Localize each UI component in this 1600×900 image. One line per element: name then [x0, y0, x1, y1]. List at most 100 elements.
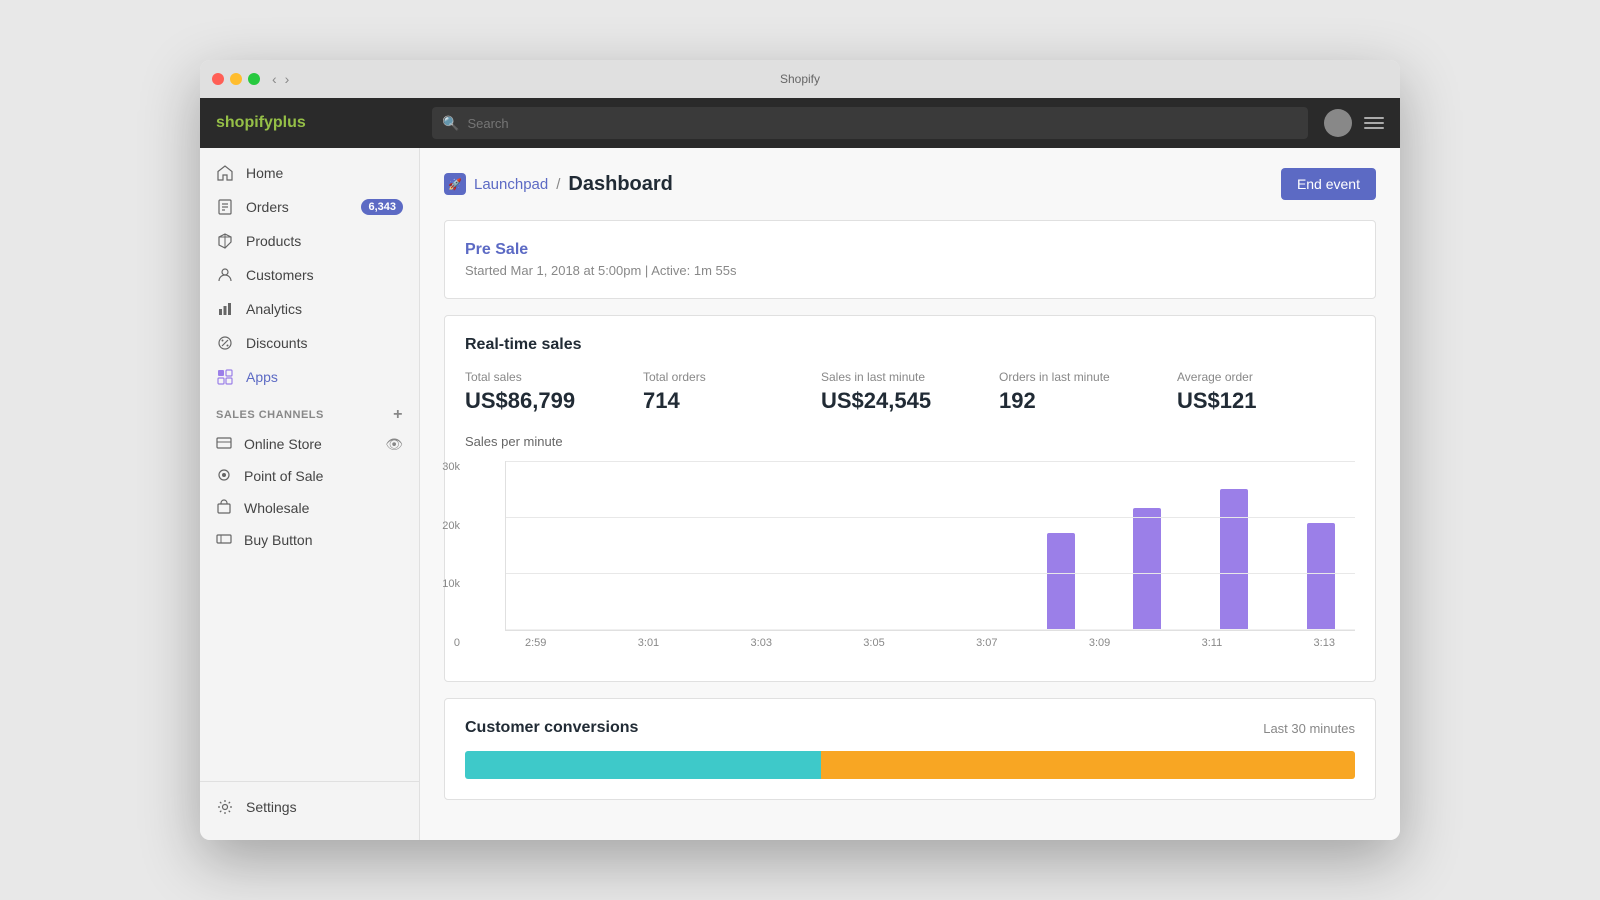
chart-container: 30k 20k 10k 0 [465, 461, 1355, 661]
logo-shopify: shopify [216, 114, 273, 131]
orders-badge: 6,343 [361, 199, 403, 215]
search-input[interactable] [467, 116, 1298, 131]
stat-total-orders: Total orders 714 [643, 370, 821, 414]
customers-icon [216, 266, 234, 284]
home-icon [216, 164, 234, 182]
bar-group-310 [1047, 533, 1075, 630]
point-of-sale-label: Point of Sale [244, 468, 323, 484]
eye-icon[interactable]: 👁 [385, 436, 403, 453]
stat-label-sales-last-minute: Sales in last minute [821, 370, 999, 384]
conv-bar-orange [821, 751, 1355, 779]
realtime-sales-card: Real-time sales Total sales US$86,799 To… [444, 315, 1376, 682]
stat-label-total-sales: Total sales [465, 370, 643, 384]
sidebar-analytics-label: Analytics [246, 301, 403, 317]
logo-area: shopifyplus [216, 114, 416, 132]
stat-total-sales: Total sales US$86,799 [465, 370, 643, 414]
products-icon [216, 232, 234, 250]
app-header: shopifyplus 🔍 [200, 98, 1400, 148]
window-controls [212, 73, 260, 85]
app-body: Home Orders 6,343 [200, 148, 1400, 840]
search-icon: 🔍 [442, 115, 459, 132]
point-of-sale-icon [216, 467, 234, 485]
conv-bar-teal [465, 751, 821, 779]
launchpad-icon: 🚀 [444, 173, 466, 195]
online-store-icon [216, 435, 234, 453]
settings-label: Settings [246, 799, 403, 815]
sidebar-item-home[interactable]: Home [200, 156, 419, 190]
forward-arrow[interactable]: › [285, 71, 290, 87]
stat-value-sales-last-minute: US$24,545 [821, 388, 999, 414]
add-channel-icon[interactable]: + [393, 406, 403, 424]
conversion-bar [465, 751, 1355, 779]
sidebar-home-label: Home [246, 165, 403, 181]
customer-conversions-card: Customer conversions Last 30 minutes [444, 698, 1376, 800]
app-window: ‹ › Shopify shopifyplus 🔍 [200, 60, 1400, 840]
sidebar-item-orders[interactable]: Orders 6,343 [200, 190, 419, 224]
window-title: Shopify [780, 72, 820, 86]
avatar[interactable] [1324, 109, 1352, 137]
conversions-title: Customer conversions [465, 719, 638, 737]
breadcrumb: 🚀 Launchpad / Dashboard [444, 173, 673, 196]
logo: shopifyplus [216, 114, 306, 131]
sidebar-item-analytics[interactable]: Analytics [200, 292, 419, 326]
bar-group-312 [1220, 489, 1248, 630]
sidebar-item-buy-button[interactable]: Buy Button [200, 524, 419, 556]
pre-sale-title: Pre Sale [465, 241, 1355, 259]
stat-value-orders-last-minute: 192 [999, 388, 1177, 414]
sidebar-bottom: Settings [200, 781, 419, 832]
stat-label-total-orders: Total orders [643, 370, 821, 384]
sidebar-item-online-store[interactable]: Online Store 👁 [200, 428, 419, 460]
breadcrumb-separator: / [556, 176, 560, 193]
sidebar-item-wholesale[interactable]: Wholesale [200, 492, 419, 524]
titlebar: ‹ › Shopify [200, 60, 1400, 98]
discounts-icon [216, 334, 234, 352]
breadcrumb-link[interactable]: Launchpad [474, 176, 548, 193]
realtime-sales-title: Real-time sales [465, 336, 1355, 354]
back-arrow[interactable]: ‹ [272, 71, 277, 87]
stat-value-total-sales: US$86,799 [465, 388, 643, 414]
maximize-button[interactable] [248, 73, 260, 85]
x-labels: 2:59 3:01 3:03 3:05 3:07 3:09 3:11 3:13 [505, 631, 1355, 649]
minimize-button[interactable] [230, 73, 242, 85]
close-button[interactable] [212, 73, 224, 85]
sidebar-item-discounts[interactable]: Discounts [200, 326, 419, 360]
header-action: End event [1281, 168, 1376, 200]
sidebar-item-customers[interactable]: Customers [200, 258, 419, 292]
stat-orders-last-minute: Orders in last minute 192 [999, 370, 1177, 414]
stat-label-avg-order: Average order [1177, 370, 1355, 384]
stat-value-avg-order: US$121 [1177, 388, 1355, 414]
sidebar-item-products[interactable]: Products [200, 224, 419, 258]
nav-arrows: ‹ › [272, 71, 289, 87]
buy-button-icon [216, 531, 234, 549]
bars-wrapper [506, 461, 1355, 630]
sidebar-discounts-label: Discounts [246, 335, 403, 351]
sidebar-customers-label: Customers [246, 267, 403, 283]
buy-button-label: Buy Button [244, 532, 313, 548]
sidebar-item-settings[interactable]: Settings [200, 790, 419, 824]
stat-avg-order: Average order US$121 [1177, 370, 1355, 414]
sidebar-item-apps[interactable]: Apps [200, 360, 419, 394]
sales-channels-header: SALES CHANNELS + [200, 394, 419, 428]
stat-value-total-orders: 714 [643, 388, 821, 414]
page-header: 🚀 Launchpad / Dashboard End event [444, 168, 1376, 200]
chart-title: Sales per minute [465, 434, 1355, 449]
analytics-icon [216, 300, 234, 318]
menu-icon[interactable] [1364, 117, 1384, 129]
apps-icon [216, 368, 234, 386]
stat-sales-last-minute: Sales in last minute US$24,545 [821, 370, 999, 414]
sidebar-item-point-of-sale[interactable]: Point of Sale [200, 460, 419, 492]
bar-group-311 [1133, 508, 1161, 630]
end-event-button[interactable]: End event [1281, 168, 1376, 200]
header-right [1324, 109, 1384, 137]
sidebar-orders-label: Orders [246, 199, 349, 215]
logo-plus: plus [273, 114, 306, 131]
pre-sale-meta: Started Mar 1, 2018 at 5:00pm | Active: … [465, 263, 1355, 278]
orders-icon [216, 198, 234, 216]
y-axis: 30k 20k 10k 0 [430, 461, 460, 649]
chart-area [505, 461, 1355, 631]
pre-sale-card: Pre Sale Started Mar 1, 2018 at 5:00pm |… [444, 220, 1376, 299]
online-store-label: Online Store [244, 436, 322, 452]
time-label: Last 30 minutes [1263, 721, 1355, 736]
search-bar[interactable]: 🔍 [432, 107, 1308, 139]
main-content: 🚀 Launchpad / Dashboard End event Pre Sa… [420, 148, 1400, 840]
